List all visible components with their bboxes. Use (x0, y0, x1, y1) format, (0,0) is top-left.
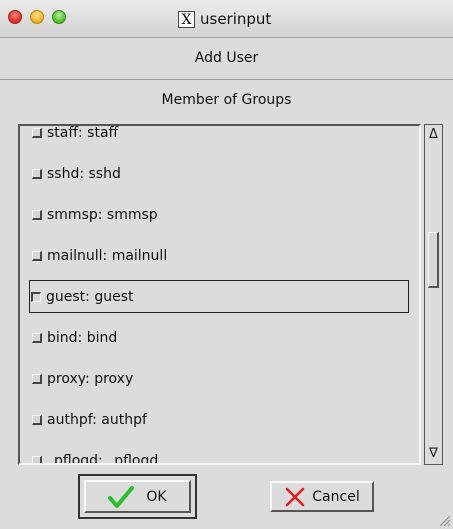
group-checkbox[interactable] (32, 332, 42, 343)
groups-list[interactable]: staff: staff sshd: sshd smmsp: smmsp mai… (18, 124, 421, 465)
groups-scrollbar[interactable]: Δ ∇ (424, 124, 443, 465)
group-item-guest[interactable]: guest: guest (25, 276, 413, 317)
group-checkbox[interactable] (32, 168, 42, 179)
cancel-button-label: Cancel (312, 488, 360, 505)
group-item-label: proxy: proxy (47, 370, 134, 387)
group-checkbox[interactable] (32, 414, 42, 425)
checkmark-icon (108, 485, 135, 508)
group-checkbox[interactable] (32, 373, 42, 384)
window-title-text: userinput (200, 10, 272, 28)
group-item-pflogd[interactable]: _pflogd: _pflogd (20, 440, 419, 465)
group-item-smmsp[interactable]: smmsp: smmsp (20, 194, 419, 235)
group-checkbox[interactable] (31, 291, 41, 302)
x-mark-icon (285, 487, 305, 506)
group-item-proxy[interactable]: proxy: proxy (20, 358, 419, 399)
group-checkbox[interactable] (32, 250, 42, 261)
group-item-sshd[interactable]: sshd: sshd (20, 153, 419, 194)
close-window-button[interactable] (8, 10, 22, 24)
zoom-window-button[interactable] (52, 10, 66, 24)
scroll-up-arrow-icon[interactable]: Δ (427, 127, 440, 143)
cancel-button[interactable]: Cancel (270, 481, 374, 512)
group-item-label: mailnull: mailnull (47, 247, 168, 264)
group-item-label: bind: bind (47, 329, 118, 346)
group-item-label: staff: staff (47, 124, 119, 141)
group-item-authpf[interactable]: authpf: authpf (20, 399, 419, 440)
group-item-label: smmsp: smmsp (47, 206, 158, 223)
ok-button-label: OK (146, 488, 167, 505)
group-checkbox[interactable] (32, 209, 42, 220)
group-item-label: _pflogd: _pflogd (47, 452, 159, 465)
group-checkbox[interactable] (32, 455, 42, 463)
groups-list-items: staff: staff sshd: sshd smmsp: smmsp mai… (20, 124, 419, 465)
group-item-label: authpf: authpf (47, 411, 147, 428)
scrollbar-thumb[interactable] (428, 232, 439, 288)
group-item-label: sshd: sshd (47, 165, 121, 182)
window-title: X userinput (178, 9, 271, 29)
resize-grip-icon[interactable] (437, 513, 451, 527)
ok-button[interactable]: OK (84, 480, 191, 513)
window-title-bar: X userinput (0, 0, 453, 38)
group-item-mailnull[interactable]: mailnull: mailnull (20, 235, 419, 276)
scroll-down-arrow-icon[interactable]: ∇ (427, 446, 440, 462)
group-item-label: guest: guest (46, 288, 134, 305)
dialog-heading: Add User (0, 38, 453, 80)
group-item-bind[interactable]: bind: bind (20, 317, 419, 358)
x11-app-icon: X (178, 10, 195, 28)
minimize-window-button[interactable] (30, 10, 44, 24)
groups-label: Member of Groups (161, 92, 292, 108)
group-checkbox[interactable] (32, 127, 42, 138)
group-item-staff[interactable]: staff: staff (20, 124, 419, 153)
